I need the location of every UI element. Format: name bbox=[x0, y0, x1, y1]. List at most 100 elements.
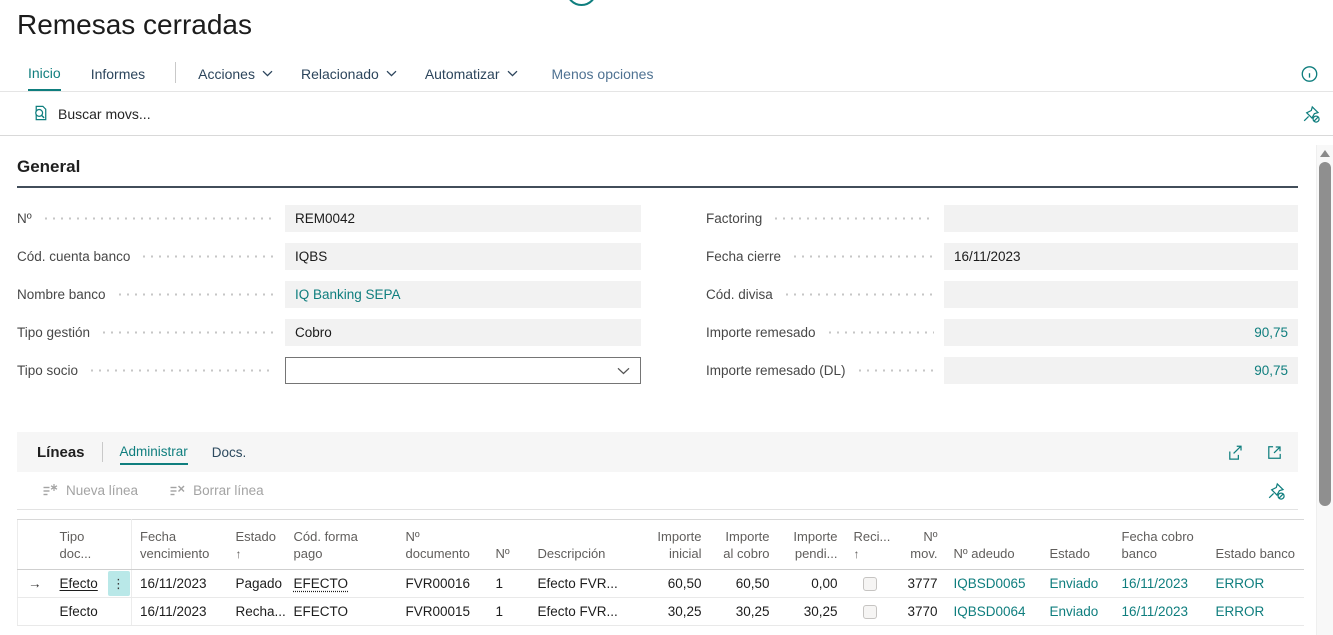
col-cod-forma-pago[interactable]: Cód. forma pago bbox=[286, 520, 398, 570]
field-cod-cuenta-banco-value[interactable]: IQBS bbox=[285, 243, 641, 270]
field-nombre-banco-label: Nombre banco bbox=[17, 287, 106, 302]
col-tipo-doc[interactable]: Tipo doc... bbox=[52, 520, 106, 570]
cell-link[interactable]: ERROR bbox=[1216, 576, 1265, 591]
cell-link[interactable]: IQBSD0064 bbox=[954, 604, 1026, 619]
cell-recibido[interactable] bbox=[846, 598, 894, 626]
col-recibido[interactable]: Reci...↑ bbox=[846, 520, 894, 570]
scrollbar-up-arrow[interactable] bbox=[1320, 150, 1330, 157]
cell-fecha-cobro-banco[interactable]: 16/11/2023 bbox=[1114, 598, 1208, 626]
cell-tipo-doc[interactable]: Efecto bbox=[52, 570, 106, 598]
lines-tab-docs[interactable]: Docs. bbox=[212, 441, 247, 464]
cell-estado-envio[interactable]: Enviado bbox=[1042, 570, 1114, 598]
nueva-linea-button[interactable]: Nueva línea bbox=[41, 482, 138, 500]
cell-fecha-vencimiento[interactable]: 16/11/2023 bbox=[132, 598, 228, 626]
col-num-adeudo[interactable]: Nº adeudo bbox=[946, 520, 1042, 570]
cell-recibido[interactable] bbox=[846, 570, 894, 598]
field-tipo-gestion-value[interactable]: Cobro bbox=[285, 319, 641, 346]
field-importe-remesado-value[interactable]: 90,75 bbox=[944, 319, 1298, 346]
cell-importe-al-cobro[interactable]: 30,25 bbox=[710, 598, 778, 626]
col-importe-al-cobro-label: Importe al cobro bbox=[723, 529, 769, 561]
cell-tipo-doc[interactable]: Efecto bbox=[52, 598, 106, 626]
cell-importe-inicial[interactable]: 60,50 bbox=[646, 570, 710, 598]
col-num-mov[interactable]: Nº mov. bbox=[894, 520, 946, 570]
row-selector-cell[interactable] bbox=[18, 598, 52, 626]
field-factoring-value[interactable] bbox=[944, 205, 1298, 232]
field-no-value[interactable]: REM0042 bbox=[285, 205, 641, 232]
field-fecha-cierre-value[interactable]: 16/11/2023 bbox=[944, 243, 1298, 270]
col-importe-inicial[interactable]: Importe inicial bbox=[646, 520, 710, 570]
field-no-label: Nº bbox=[17, 211, 32, 226]
cell-num[interactable]: 1 bbox=[488, 598, 530, 626]
menos-opciones-button[interactable]: Menos opciones bbox=[552, 56, 654, 91]
col-num[interactable]: Nº bbox=[488, 520, 530, 570]
cell-estado[interactable]: Recha... bbox=[228, 598, 286, 626]
cell-estado[interactable]: Pagado bbox=[228, 570, 286, 598]
cell-link[interactable]: 16/11/2023 bbox=[1122, 604, 1189, 619]
menu-relacionado[interactable]: Relacionado bbox=[301, 56, 397, 91]
col-estado-envio[interactable]: Estado bbox=[1042, 520, 1114, 570]
field-importe-remesado-dl-value[interactable]: 90,75 bbox=[944, 357, 1298, 384]
share-icon[interactable] bbox=[1226, 443, 1245, 462]
row-menu-button[interactable]: ⋮ bbox=[108, 571, 130, 596]
field-nombre-banco-value[interactable]: IQ Banking SEPA bbox=[285, 281, 641, 308]
cell-link[interactable]: Enviado bbox=[1050, 576, 1099, 591]
field-tipo-socio-select[interactable] bbox=[285, 357, 641, 384]
cell-descripcion[interactable]: Efecto FVR... bbox=[530, 570, 646, 598]
field-cod-divisa-value[interactable] bbox=[944, 281, 1298, 308]
menu-automatizar[interactable]: Automatizar bbox=[425, 56, 518, 91]
cell-estado-banco[interactable]: ERROR bbox=[1208, 570, 1304, 598]
col-estado[interactable]: Estado↑ bbox=[228, 520, 286, 570]
dotted-leader bbox=[100, 319, 275, 346]
col-estado-banco[interactable]: Estado banco bbox=[1208, 520, 1304, 570]
cell-num-adeudo[interactable]: IQBSD0064 bbox=[946, 598, 1042, 626]
cell-importe-pendiente[interactable]: 0,00 bbox=[778, 570, 846, 598]
cell-fecha-cobro-banco[interactable]: 16/11/2023 bbox=[1114, 570, 1208, 598]
lines-tab-administrar[interactable]: Administrar bbox=[120, 440, 188, 465]
field-tipo-socio: Tipo socio bbox=[17, 357, 641, 384]
col-fecha-cobro-banco[interactable]: Fecha cobro banco bbox=[1114, 520, 1208, 570]
cell-cod-forma-pago[interactable]: EFECTO bbox=[286, 570, 398, 598]
vertical-scrollbar[interactable] bbox=[1316, 145, 1333, 635]
col-num-documento[interactable]: Nº documento bbox=[398, 520, 488, 570]
cell-value: Efecto bbox=[60, 576, 98, 591]
unpin-icon[interactable] bbox=[1266, 481, 1286, 501]
cell-estado-envio[interactable]: Enviado bbox=[1042, 598, 1114, 626]
col-importe-al-cobro[interactable]: Importe al cobro bbox=[710, 520, 778, 570]
cell-link[interactable]: ERROR bbox=[1216, 604, 1265, 619]
cell-estado-banco[interactable]: ERROR bbox=[1208, 598, 1304, 626]
menu-relacionado-label: Relacionado bbox=[301, 66, 379, 82]
menu-acciones[interactable]: Acciones bbox=[198, 56, 273, 91]
cell-link[interactable]: IQBSD0065 bbox=[954, 576, 1026, 591]
borrar-linea-button[interactable]: Borrar línea bbox=[168, 482, 264, 500]
cell-num[interactable]: 1 bbox=[488, 570, 530, 598]
cell-num-documento[interactable]: FVR00016 bbox=[398, 570, 488, 598]
cell-fecha-vencimiento[interactable]: 16/11/2023 bbox=[132, 570, 228, 598]
tab-inicio[interactable]: Inicio bbox=[28, 56, 61, 91]
cell-num-adeudo[interactable]: IQBSD0065 bbox=[946, 570, 1042, 598]
col-fecha-vencimiento[interactable]: Fecha vencimiento bbox=[132, 520, 228, 570]
col-descripcion[interactable]: Descripción bbox=[530, 520, 646, 570]
cell-importe-inicial[interactable]: 30,25 bbox=[646, 598, 710, 626]
cell-num-documento[interactable]: FVR00015 bbox=[398, 598, 488, 626]
cell-cod-forma-pago[interactable]: EFECTO bbox=[286, 598, 398, 626]
cell-importe-pendiente[interactable]: 30,25 bbox=[778, 598, 846, 626]
buscar-movs-button[interactable]: Buscar movs... bbox=[31, 104, 151, 123]
tab-informes[interactable]: Informes bbox=[91, 56, 145, 91]
field-cod-divisa-label: Cód. divisa bbox=[706, 287, 773, 302]
cell-num-mov[interactable]: 3770 bbox=[894, 598, 946, 626]
row-selector-cell[interactable]: → bbox=[18, 570, 52, 598]
expand-icon[interactable] bbox=[1265, 443, 1284, 462]
col-importe-pendiente[interactable]: Importe pendi... bbox=[778, 520, 846, 570]
lines-section: Líneas Administrar Docs. bbox=[17, 432, 1298, 626]
recibido-checkbox[interactable] bbox=[863, 605, 877, 619]
unpin-icon[interactable] bbox=[1301, 104, 1321, 124]
field-importe-remesado-dl: Importe remesado (DL) 90,75 bbox=[706, 357, 1298, 384]
scrollbar-thumb[interactable] bbox=[1319, 162, 1331, 506]
cell-importe-al-cobro[interactable]: 60,50 bbox=[710, 570, 778, 598]
cell-descripcion[interactable]: Efecto FVR... bbox=[530, 598, 646, 626]
cell-link[interactable]: Enviado bbox=[1050, 604, 1099, 619]
cell-num-mov[interactable]: 3777 bbox=[894, 570, 946, 598]
info-icon[interactable] bbox=[1300, 64, 1319, 83]
cell-link[interactable]: 16/11/2023 bbox=[1122, 576, 1189, 591]
recibido-checkbox[interactable] bbox=[863, 577, 877, 591]
